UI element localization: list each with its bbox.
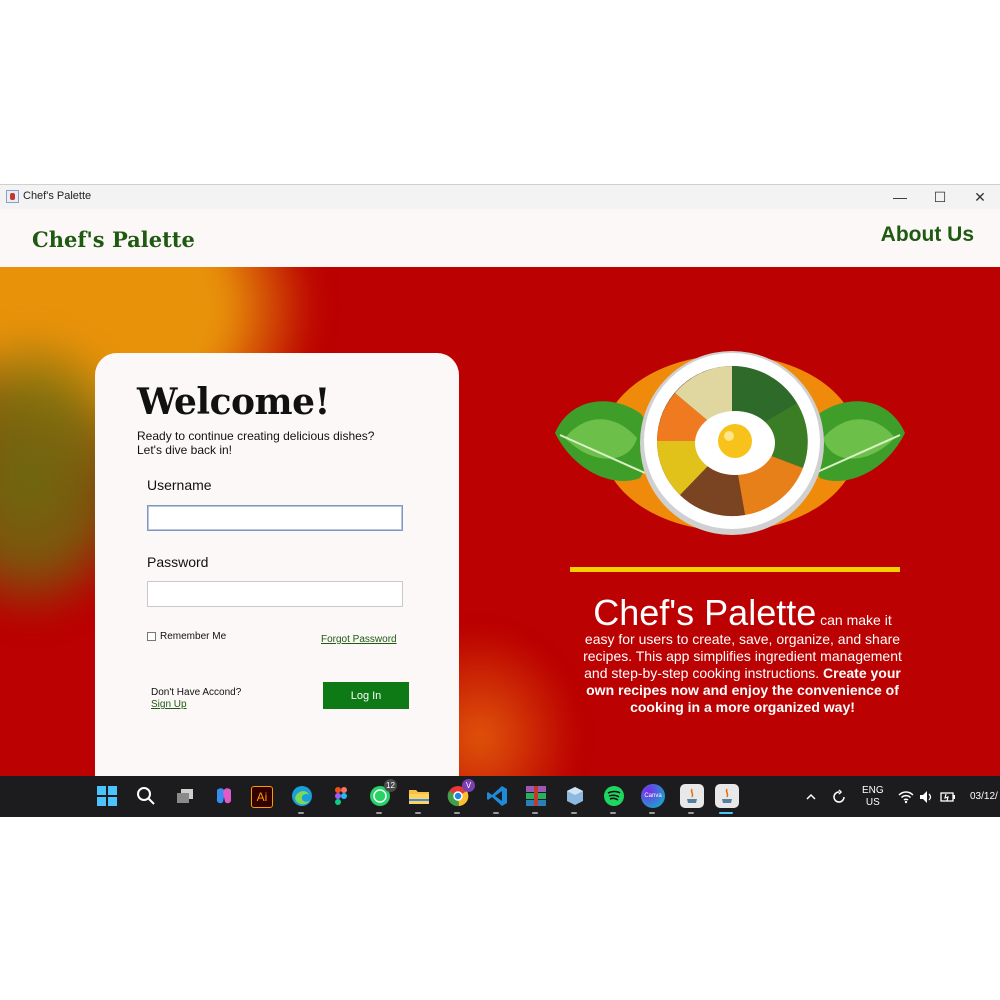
java-icon[interactable] [680, 784, 704, 808]
brand-logo: Chef's Palette [32, 227, 195, 252]
winrar-icon[interactable] [524, 784, 548, 808]
region-code: US [865, 796, 880, 808]
chrome-profile-badge: V [462, 779, 475, 792]
sign-up-link[interactable]: Sign Up [151, 699, 187, 710]
java-app-icon [6, 190, 19, 203]
welcome-heading: Welcome! [137, 381, 330, 423]
vscode-icon[interactable] [485, 784, 509, 808]
window-title: Chef's Palette [23, 190, 92, 202]
spotify-icon[interactable] [602, 784, 626, 808]
sync-icon[interactable] [831, 776, 847, 817]
description-brand: Chef's Palette [593, 592, 817, 633]
about-us-link[interactable]: About Us [881, 223, 974, 247]
windows-taskbar: Ai 12 V Canva ENG US 03/12/ [0, 776, 1000, 817]
whatsapp-icon[interactable]: 12 [368, 779, 397, 808]
java-icon-active[interactable] [715, 784, 739, 808]
figma-icon[interactable] [329, 784, 353, 808]
title-bar: Chef's Palette — ☐ ✕ [0, 185, 1000, 209]
chrome-icon[interactable]: V [446, 779, 475, 808]
app-header: Chef's Palette About Us [0, 209, 1000, 267]
forgot-password-link[interactable]: Forgot Password [321, 634, 397, 645]
username-input[interactable] [147, 505, 403, 531]
minimize-button[interactable]: — [880, 185, 920, 209]
windows-start-icon[interactable] [95, 784, 119, 808]
username-label: Username [147, 477, 212, 493]
app-window: Chef's Palette — ☐ ✕ Chef's Palette Abou… [0, 184, 1000, 777]
password-input[interactable] [147, 581, 403, 607]
wifi-icon[interactable] [898, 776, 914, 817]
bibimbap-bowl-illustration [555, 351, 905, 535]
language-indicator[interactable]: ENG US [862, 776, 884, 817]
virtualbox-icon[interactable] [563, 784, 587, 808]
task-view-icon[interactable] [173, 784, 197, 808]
log-in-button[interactable]: Log In [323, 682, 409, 709]
language-code: ENG [862, 784, 884, 796]
whatsapp-badge: 12 [384, 779, 397, 792]
password-label: Password [147, 554, 209, 570]
battery-icon[interactable] [940, 776, 956, 817]
login-card: Welcome! Ready to continue creating deli… [95, 353, 459, 777]
no-account-text: Don't Have Accond? [151, 687, 242, 698]
close-button[interactable]: ✕ [960, 185, 1000, 209]
copilot-icon[interactable] [212, 784, 236, 808]
yellow-divider [570, 567, 900, 572]
remember-me-checkbox[interactable]: Remember Me [147, 631, 226, 642]
checkbox-box[interactable] [147, 632, 156, 641]
app-description: Chef's Palette can make it easy for user… [580, 595, 905, 716]
show-hidden-icons-chevron-icon[interactable] [805, 776, 817, 817]
file-explorer-icon[interactable] [407, 784, 431, 808]
search-icon[interactable] [134, 784, 158, 808]
right-lettuce-icon [810, 401, 905, 481]
welcome-subtitle: Ready to continue creating delicious dis… [137, 429, 375, 457]
volume-icon[interactable] [919, 776, 935, 817]
left-lettuce-icon [555, 401, 650, 481]
illustrator-icon[interactable]: Ai [251, 786, 273, 808]
edge-icon[interactable] [290, 784, 314, 808]
remember-me-label: Remember Me [160, 631, 227, 642]
main-content: Welcome! Ready to continue creating deli… [0, 267, 1000, 777]
clock-date[interactable]: 03/12/ [970, 776, 998, 817]
canva-icon[interactable]: Canva [641, 784, 665, 808]
maximize-button[interactable]: ☐ [920, 185, 960, 209]
